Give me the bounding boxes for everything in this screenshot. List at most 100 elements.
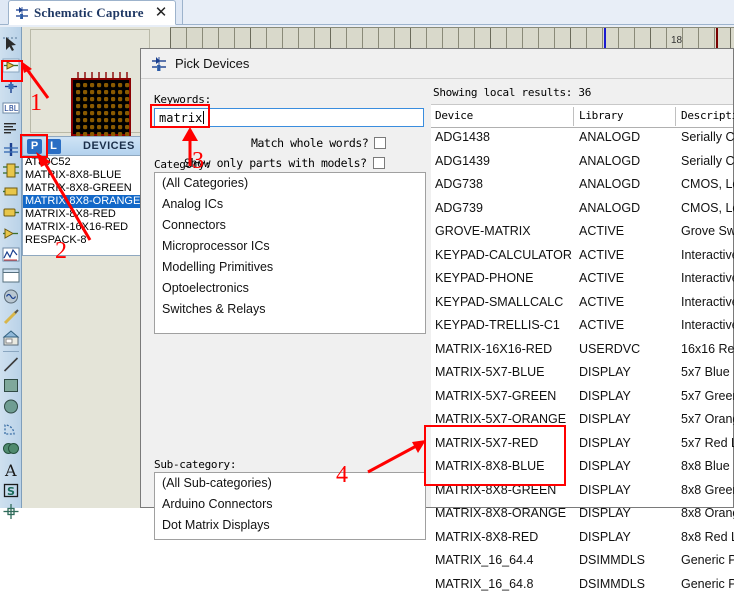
device-list-item[interactable]: MATRIX-8X8-BLUE (23, 169, 149, 182)
category-list-item[interactable]: Switches & Relays (155, 299, 425, 320)
show-only-models-row[interactable]: Show only parts with models? (184, 156, 385, 170)
cell-description: 5x7 Orange (681, 412, 734, 426)
close-icon[interactable]: ✕ (155, 5, 168, 20)
tab-schematic-capture[interactable]: Schematic Capture ✕ (8, 0, 176, 25)
generator-tool[interactable] (2, 287, 20, 306)
results-table-row[interactable]: ADG739ANALOGDCMOS, Low (431, 199, 733, 223)
device-list-item[interactable]: MATRIX-8X8-GREEN (23, 182, 149, 195)
tab-bar-empty-area (182, 0, 734, 25)
cell-description: CMOS, Low (681, 177, 734, 191)
column-header-device[interactable]: Device (435, 109, 473, 122)
device-list-item[interactable]: MATRIX-8X8-ORANGE (23, 195, 149, 208)
column-divider[interactable] (573, 107, 574, 126)
lbl-icon: LBL (2, 98, 20, 117)
device-list-item[interactable]: MATRIX-16X16-RED (23, 221, 149, 234)
text-tool[interactable]: A (2, 460, 20, 479)
subcategory-list-item[interactable]: (All Sub-categories) (155, 473, 425, 494)
device-list-item[interactable]: MATRIX-8X8-RED (23, 208, 149, 221)
results-table-row[interactable]: MATRIX_16_64.4DSIMMDLSGeneric PAL (431, 551, 733, 575)
selection-arrow-tool[interactable] (2, 35, 20, 54)
arc-icon (2, 418, 20, 437)
ruler-cursor-marker (604, 28, 606, 50)
results-table-row[interactable]: KEYPAD-TRELLIS-C1ACTIVEInteractive r (431, 316, 733, 340)
cell-device: MATRIX-5X7-ORANGE (435, 412, 566, 426)
column-header-library[interactable]: Library (579, 109, 623, 122)
circle-tool[interactable] (2, 397, 20, 416)
results-table-row[interactable]: ADG1438ANALOGDSerially Con (431, 128, 733, 152)
results-table-row[interactable]: ADG1439ANALOGDSerially Con (431, 152, 733, 176)
category-list-item[interactable]: Optoelectronics (155, 278, 425, 299)
results-table-row[interactable]: ADG738ANALOGDCMOS, Low (431, 175, 733, 199)
ruler-tick (378, 28, 379, 50)
category-list-item[interactable]: Connectors (155, 215, 425, 236)
subcircuit-tool[interactable] (2, 161, 20, 180)
cell-library: ACTIVE (579, 318, 624, 332)
cell-device: MATRIX-5X7-GREEN (435, 389, 556, 403)
results-table-row[interactable]: KEYPAD-PHONEACTIVEInteractive r (431, 269, 733, 293)
results-table-row[interactable]: MATRIX-16X16-REDUSERDVC16x16 Red L (431, 340, 733, 364)
circle-icon (2, 397, 20, 416)
cell-device: MATRIX_16_64.8 (435, 577, 533, 591)
cell-description: Interactive r (681, 318, 734, 332)
show-only-models-checkbox[interactable] (373, 157, 385, 169)
annotation-number-1: 1 (30, 90, 42, 117)
cell-library: DISPLAY (579, 530, 631, 544)
annotation-box-component-tool (1, 60, 23, 82)
mode-toolbar[interactable]: LBL (0, 27, 22, 508)
instrument-icon (2, 329, 20, 348)
subcategory-list-item[interactable]: Dot Matrix Displays (155, 515, 425, 536)
annotation-number-3: 3 (192, 148, 204, 175)
wire-label-tool[interactable]: LBL (2, 98, 20, 117)
tape-recorder-tool[interactable] (2, 266, 20, 285)
devices-list[interactable]: AT89C52MATRIX-8X8-BLUEMATRIX-8X8-GREENMA… (23, 156, 149, 247)
category-list-item[interactable]: (All Categories) (155, 173, 425, 194)
buses-tool[interactable] (2, 140, 20, 159)
device-pin-tool[interactable] (2, 203, 20, 222)
cell-library: ACTIVE (579, 248, 624, 262)
cell-description: Generic PAL (681, 553, 734, 567)
graph-tool[interactable] (2, 224, 20, 243)
path-tool[interactable] (2, 439, 20, 458)
terminal-tool[interactable] (2, 182, 20, 201)
subcategory-list[interactable]: (All Sub-categories)Arduino ConnectorsDo… (154, 472, 426, 540)
ruler-tick (362, 28, 363, 50)
cell-library: ANALOGD (579, 177, 640, 191)
results-table-row[interactable]: MATRIX-5X7-BLUEDISPLAY5x7 Blue LE (431, 363, 733, 387)
marker-tool[interactable] (2, 502, 20, 521)
category-list-item[interactable]: Microprocessor ICs (155, 236, 425, 257)
dialog-title: Pick Devices (175, 56, 249, 71)
results-table-row[interactable]: KEYPAD-SMALLCALCACTIVEInteractive r (431, 293, 733, 317)
ruler-tick (426, 28, 427, 50)
results-table-row[interactable]: GROVE-MATRIXACTIVEGrove Switc (431, 222, 733, 246)
cell-library: ACTIVE (579, 271, 624, 285)
toolbar-divider (3, 351, 19, 352)
column-divider[interactable] (675, 107, 676, 126)
results-table-row[interactable]: MATRIX-8X8-REDDISPLAY8x8 Red LED (431, 528, 733, 552)
category-list[interactable]: (All Categories)Analog ICsConnectorsMicr… (154, 172, 426, 334)
ruler-tick (666, 28, 667, 50)
category-list-item[interactable]: Modelling Primitives (155, 257, 425, 278)
match-whole-words-checkbox[interactable] (374, 137, 386, 149)
symbol-tool[interactable]: S (2, 481, 20, 500)
results-table-row[interactable]: MATRIX-5X7-GREENDISPLAY5x7 Green L (431, 387, 733, 411)
text-script-tool[interactable] (2, 119, 20, 138)
plot-graph-tool[interactable] (2, 245, 20, 264)
match-whole-words-row[interactable]: Match whole words? (251, 136, 386, 150)
cell-description: 5x7 Blue LE (681, 365, 734, 379)
arc-tool[interactable] (2, 418, 20, 437)
ruler-tick (474, 28, 475, 50)
results-table-row[interactable]: KEYPAD-CALCULATORACTIVEInteractive r (431, 246, 733, 270)
column-header-description[interactable]: Description (681, 109, 734, 122)
voltage-probe-tool[interactable] (2, 308, 20, 327)
library-manager-button[interactable]: L (46, 139, 61, 154)
ruler-tick (330, 28, 331, 50)
results-table-row[interactable]: MATRIX_16_64.8DSIMMDLSGeneric PAL (431, 575, 733, 598)
category-list-item[interactable]: Analog ICs (155, 194, 425, 215)
box-tool[interactable] (2, 376, 20, 395)
virtual-instruments-tool[interactable] (2, 329, 20, 348)
svg-text:LBL: LBL (4, 104, 19, 113)
led-matrix-component[interactable] (65, 72, 137, 142)
subcategory-list-item[interactable]: Arduino Connectors (155, 494, 425, 515)
line-tool[interactable] (2, 355, 20, 374)
device-list-item[interactable]: RESPACK-8 (23, 234, 149, 247)
